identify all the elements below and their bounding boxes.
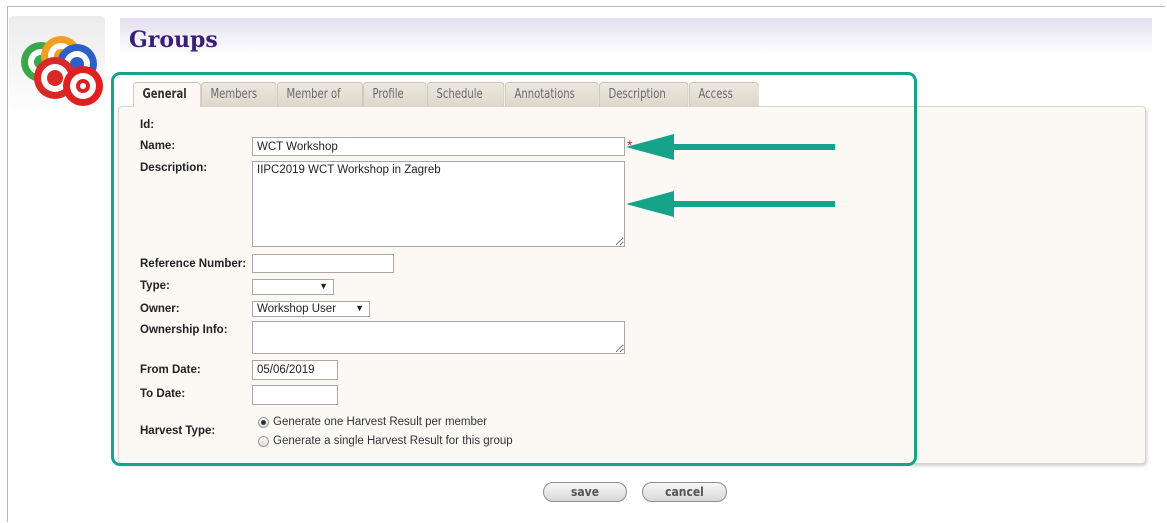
ownership-info-textarea[interactable]	[252, 321, 625, 354]
to-date-label: To Date:	[140, 388, 186, 400]
tab-description[interactable]: Description	[599, 82, 689, 106]
tab-annotations[interactable]: Annotations	[505, 82, 599, 106]
chevron-down-icon: ▼	[355, 303, 364, 313]
page-header	[120, 18, 1152, 62]
cancel-button[interactable]: cancel	[642, 482, 727, 502]
harvest-option-label: Generate a single Harvest Result for thi…	[273, 435, 513, 447]
harvest-option-label: Generate one Harvest Result per member	[273, 416, 488, 428]
chevron-down-icon: ▼	[319, 281, 328, 291]
owner-label: Owner:	[140, 303, 180, 315]
description-textarea[interactable]: IIPC2019 WCT Workshop in Zagreb	[252, 161, 625, 247]
owner-select-value: Workshop User	[257, 303, 337, 315]
tab-access[interactable]: Access	[689, 82, 759, 106]
tab-profile[interactable]: Profile	[363, 82, 427, 106]
from-date-input[interactable]	[252, 360, 338, 380]
tab-bar: General Members Member of Profile Schedu…	[133, 82, 759, 107]
groups-logo	[9, 16, 105, 116]
save-button[interactable]: save	[543, 482, 627, 502]
page-title: Groups	[129, 27, 218, 53]
harvest-option-single[interactable]: Generate a single Harvest Result for thi…	[258, 435, 513, 447]
harvest-option-per-member[interactable]: Generate one Harvest Result per member	[258, 416, 487, 428]
tab-schedule[interactable]: Schedule	[427, 82, 505, 106]
type-select[interactable]: ▼	[252, 279, 334, 295]
from-date-label: From Date:	[140, 364, 201, 376]
radio-checked-icon[interactable]	[258, 416, 269, 428]
target-icon	[21, 36, 103, 106]
tab-member-of[interactable]: Member of	[277, 82, 363, 106]
reference-number-input[interactable]	[252, 254, 394, 273]
tab-general[interactable]: General	[133, 82, 201, 107]
harvest-type-label: Harvest Type:	[140, 425, 216, 437]
to-date-input[interactable]	[252, 385, 338, 405]
name-label: Name:	[140, 140, 176, 152]
owner-select[interactable]: Workshop User ▼	[252, 301, 370, 317]
reference-number-label: Reference Number:	[140, 258, 247, 270]
ownership-info-label: Ownership Info:	[140, 324, 228, 336]
name-input[interactable]	[252, 137, 625, 156]
description-label: Description:	[140, 162, 208, 174]
radio-unchecked-icon[interactable]	[258, 435, 269, 447]
required-marker: *	[627, 137, 633, 153]
id-label: Id:	[140, 119, 155, 131]
tab-members[interactable]: Members	[201, 82, 277, 106]
type-label: Type:	[140, 280, 170, 292]
